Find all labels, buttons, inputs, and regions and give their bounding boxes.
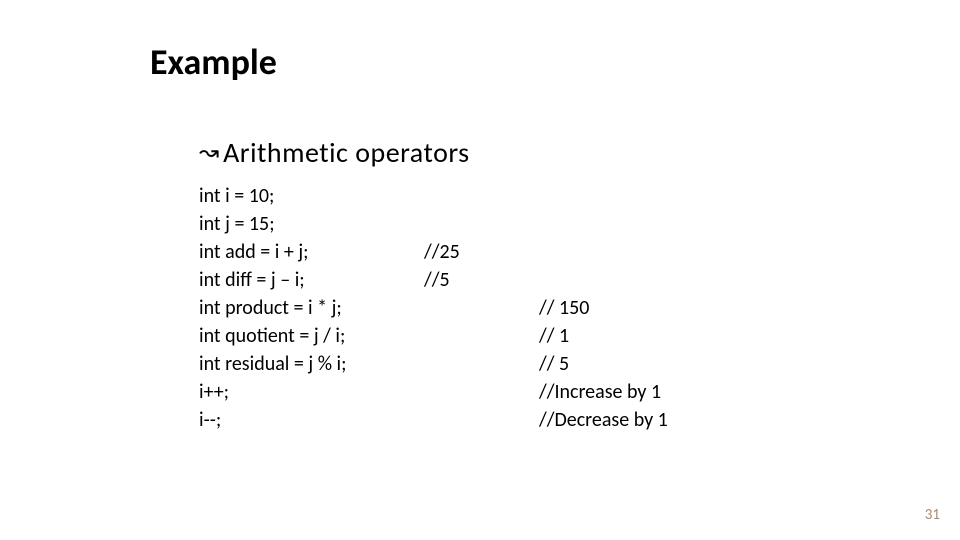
code-comment xyxy=(424,294,539,322)
code-comment: //Increase by 1 xyxy=(539,378,661,406)
code-line: i--; //Decrease by 1 xyxy=(199,406,668,434)
code-line: int i = 10; xyxy=(199,182,668,210)
code-block: int i = 10; int j = 15; int add = i + j;… xyxy=(199,182,668,434)
code-stmt: int product = i * j; xyxy=(199,294,424,322)
bullet-item: ↝ Arithmetic operators xyxy=(199,135,470,170)
code-stmt: i++; xyxy=(199,378,424,406)
squiggly-arrow-icon: ↝ xyxy=(199,141,219,165)
code-comment xyxy=(424,406,539,434)
code-line: int residual = j % i; // 5 xyxy=(199,350,668,378)
code-line: int quotient = j / i; // 1 xyxy=(199,322,668,350)
slide-title: Example xyxy=(150,40,277,84)
code-stmt: int residual = j % i; xyxy=(199,350,424,378)
code-comment: //25 xyxy=(424,238,539,266)
page-number: 31 xyxy=(925,506,940,524)
bullet-text: Arithmetic operators xyxy=(223,135,469,170)
code-line: int j = 15; xyxy=(199,210,668,238)
code-comment: // 5 xyxy=(539,350,569,378)
code-stmt: i--; xyxy=(199,406,424,434)
code-stmt: int quotient = j / i; xyxy=(199,322,424,350)
code-comment xyxy=(424,182,539,210)
code-line: int product = i * j; // 150 xyxy=(199,294,668,322)
code-stmt: int diff = j – i; xyxy=(199,266,424,294)
code-stmt: int add = i + j; xyxy=(199,238,424,266)
code-comment: //5 xyxy=(424,266,539,294)
code-stmt: int j = 15; xyxy=(199,210,424,238)
code-stmt: int i = 10; xyxy=(199,182,424,210)
code-comment xyxy=(424,210,539,238)
code-comment: // 1 xyxy=(539,322,569,350)
code-comment: // 150 xyxy=(539,294,589,322)
code-line: int diff = j – i; //5 xyxy=(199,266,668,294)
code-line: int add = i + j; //25 xyxy=(199,238,668,266)
code-line: i++; //Increase by 1 xyxy=(199,378,668,406)
code-comment: //Decrease by 1 xyxy=(539,406,668,434)
code-comment xyxy=(424,350,539,378)
code-comment xyxy=(424,322,539,350)
code-comment xyxy=(424,378,539,406)
